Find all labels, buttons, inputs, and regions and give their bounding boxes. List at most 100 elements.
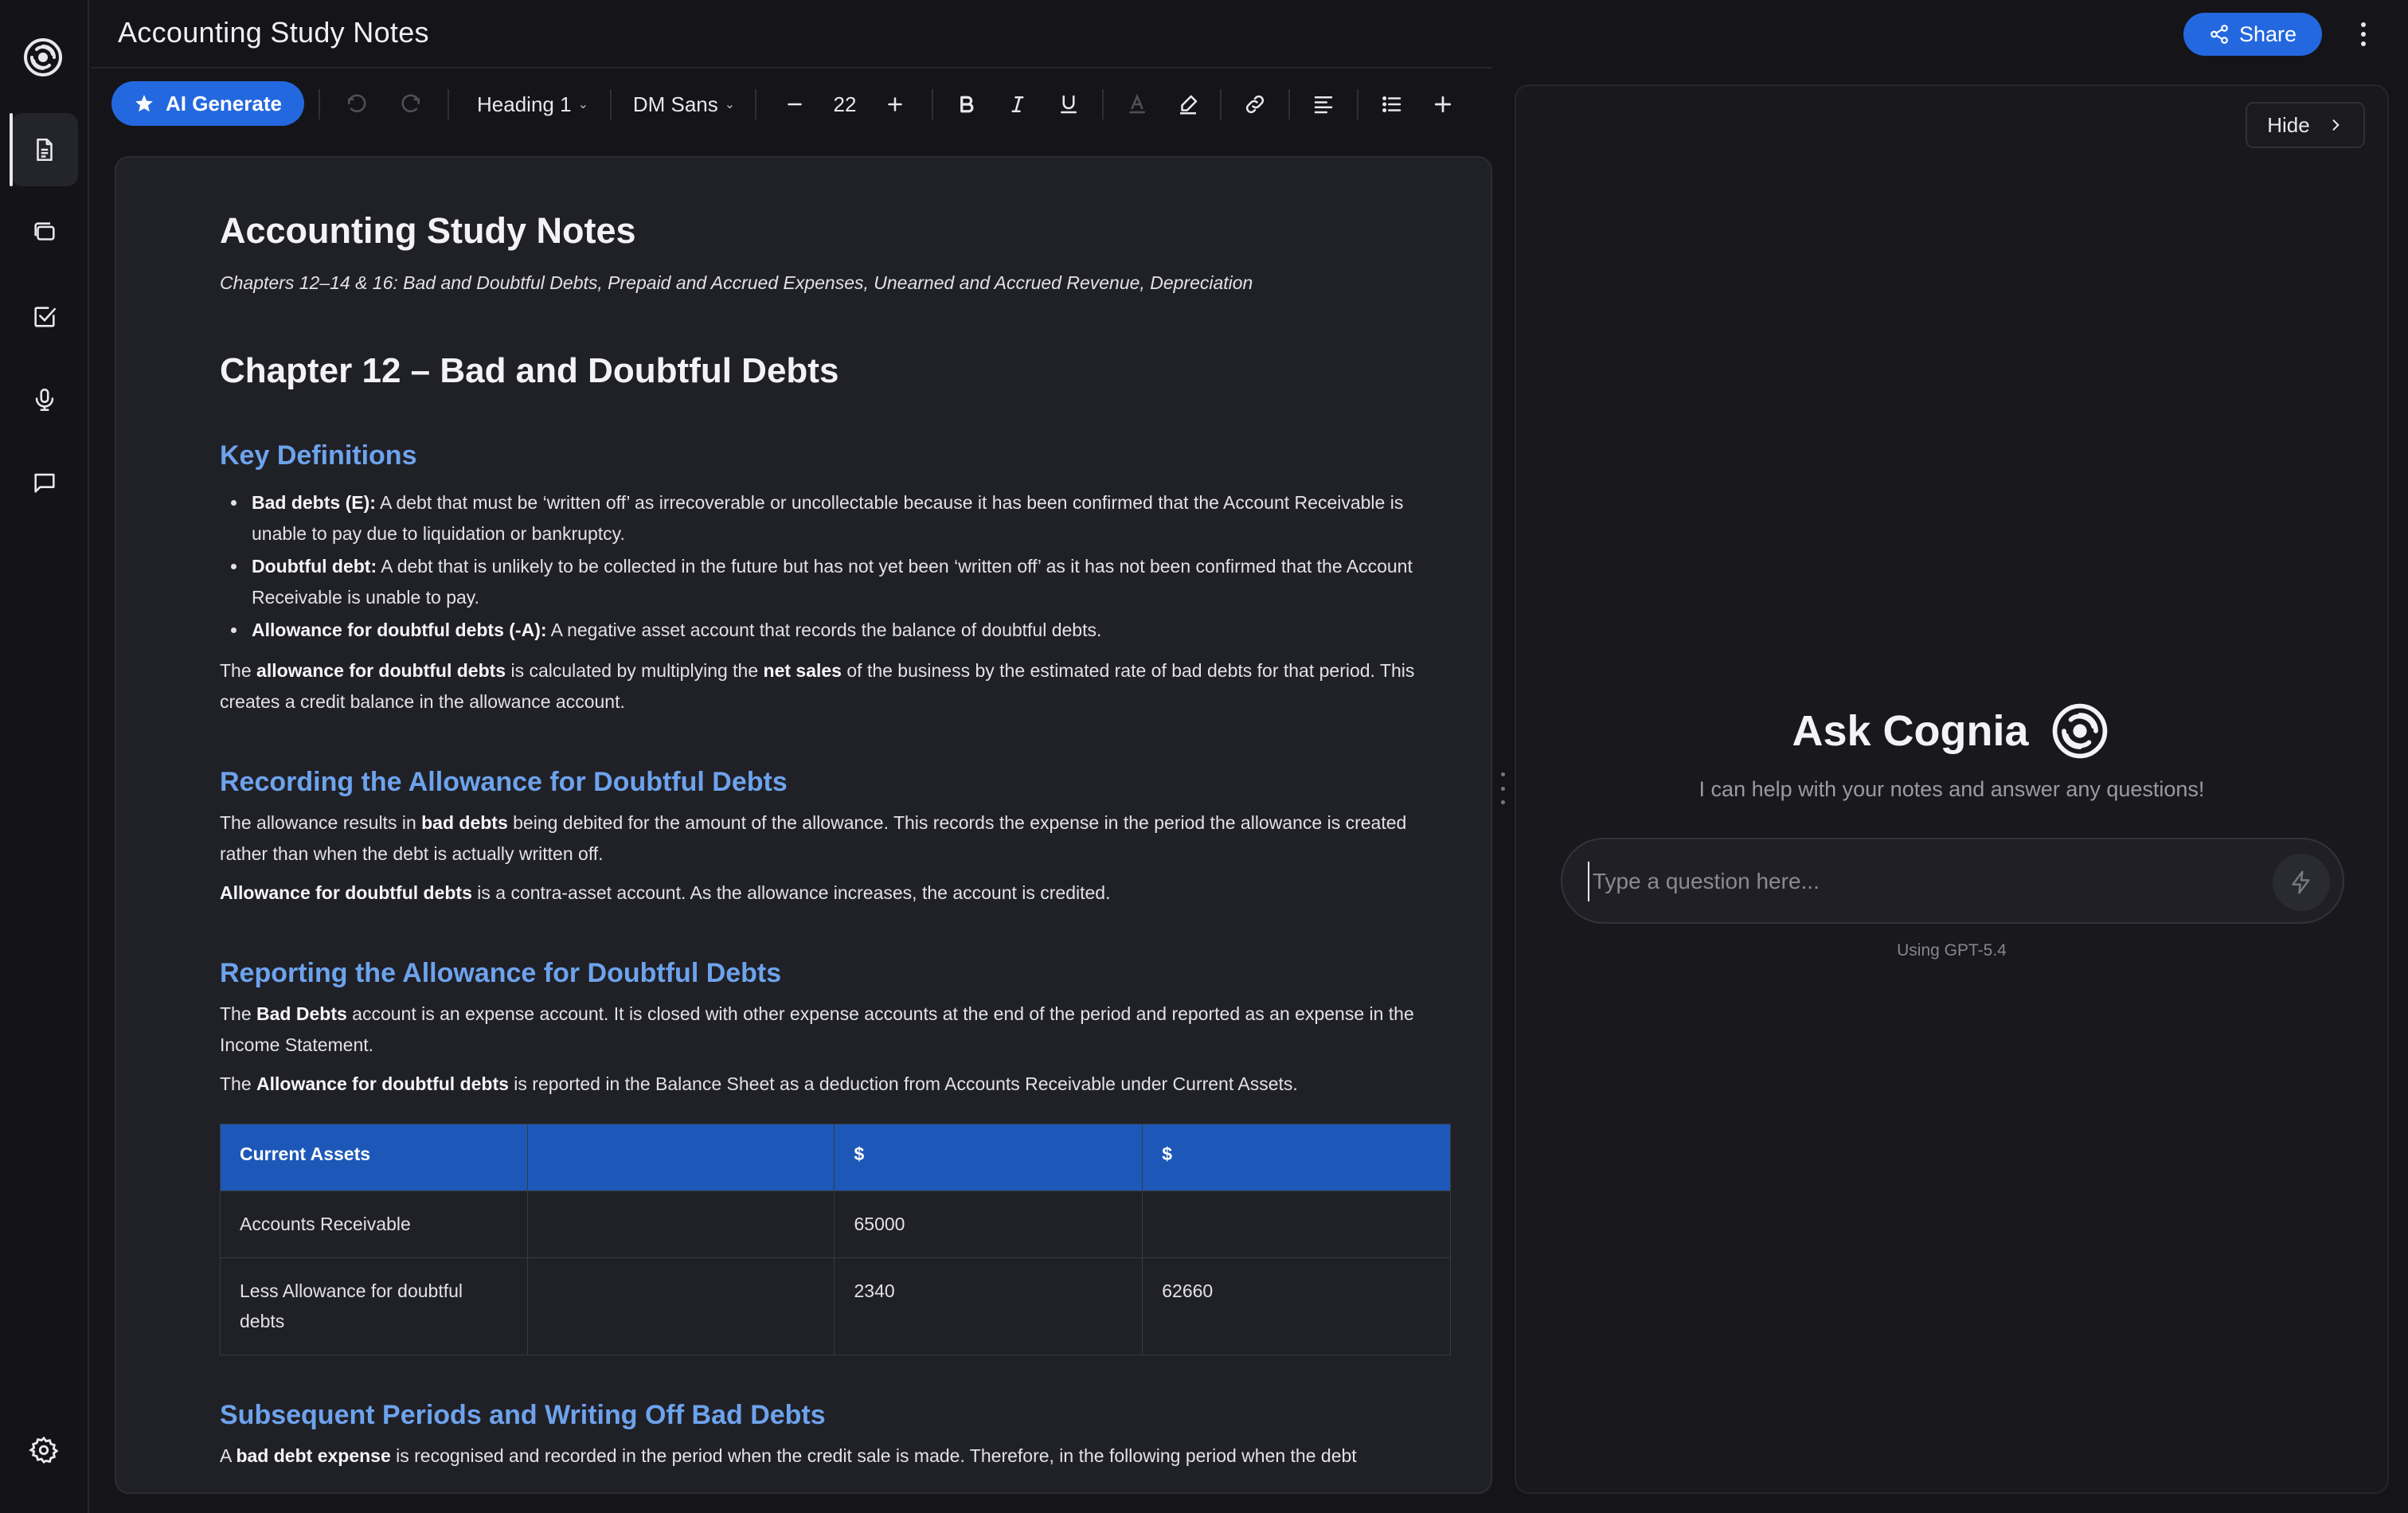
document-content: Accounting Study Notes Chapters 12–14 & … bbox=[220, 205, 1451, 1472]
bold-button[interactable] bbox=[951, 86, 983, 123]
table-row: Less Allowance for doubtful debts 2340 6… bbox=[220, 1257, 1451, 1355]
redo-button[interactable] bbox=[393, 86, 430, 123]
page-title[interactable]: Accounting Study Notes bbox=[118, 16, 429, 49]
ask-subtitle: I can help with your notes and answer an… bbox=[1698, 777, 2205, 801]
sidebar-item-quiz[interactable] bbox=[11, 280, 78, 354]
gear-icon[interactable] bbox=[29, 1435, 59, 1465]
plus-icon bbox=[888, 97, 902, 111]
font-size-decrease-button[interactable] bbox=[779, 86, 811, 123]
table-cell[interactable]: 65000 bbox=[834, 1190, 1143, 1258]
ai-generate-button[interactable]: AI Generate bbox=[111, 81, 304, 126]
underline-button[interactable] bbox=[1053, 86, 1085, 123]
sidebar-item-recording[interactable] bbox=[11, 363, 78, 436]
heading-style-value: Heading 1 bbox=[477, 92, 572, 116]
chapter-heading[interactable]: Chapter 12 – Bad and Doubtful Debts bbox=[220, 351, 1430, 391]
editor-toolbar: AI Generate Heading 1 ⌄ DM Sans ⌄ 22 bbox=[91, 67, 1492, 139]
hide-label: Hide bbox=[2267, 112, 2310, 137]
table-cell[interactable]: Less Allowance for doubtful debts bbox=[220, 1257, 528, 1355]
font-family-value: DM Sans bbox=[632, 92, 718, 116]
ask-cognia-panel: Hide Ask Cognia I can help with your not… bbox=[1515, 84, 2389, 1494]
sidebar-item-chat[interactable] bbox=[11, 446, 78, 519]
undo-icon bbox=[348, 94, 366, 112]
section-heading-subsequent[interactable]: Subsequent Periods and Writing Off Bad D… bbox=[220, 1400, 1430, 1431]
text-color-button[interactable] bbox=[1121, 86, 1153, 123]
font-size-value[interactable]: 22 bbox=[823, 86, 866, 123]
table-cell[interactable] bbox=[1142, 1190, 1451, 1258]
question-input[interactable] bbox=[1588, 862, 2257, 901]
chat-bubble-icon bbox=[34, 473, 55, 493]
bullet-list-button[interactable] bbox=[1376, 86, 1408, 123]
redo-icon bbox=[401, 94, 420, 112]
table-cell[interactable] bbox=[526, 1190, 835, 1258]
share-button[interactable]: Share bbox=[2183, 13, 2322, 56]
bullet-list-icon bbox=[1382, 96, 1401, 112]
hide-panel-button[interactable]: Hide bbox=[2246, 102, 2365, 148]
checkbox-icon bbox=[34, 307, 57, 327]
sidebar-item-flashcards[interactable] bbox=[11, 196, 78, 269]
cognia-logo-icon[interactable] bbox=[21, 35, 65, 80]
align-left-icon bbox=[1314, 96, 1333, 114]
current-assets-table[interactable]: Current Assets $ $ Accounts Receivable 6… bbox=[220, 1124, 1451, 1355]
table-header-cell[interactable]: $ bbox=[1142, 1124, 1451, 1191]
microphone-icon bbox=[35, 388, 54, 412]
paragraph[interactable]: The Bad Debts account is an expense acco… bbox=[220, 999, 1430, 1061]
paragraph[interactable]: The allowance results in bad debts being… bbox=[220, 807, 1430, 870]
document-editor[interactable]: Accounting Study Notes Chapters 12–14 & … bbox=[115, 156, 1492, 1494]
left-nav-rail bbox=[0, 0, 89, 1513]
italic-button[interactable] bbox=[1002, 86, 1034, 123]
definitions-list: Bad debts (E): A debt that must be ‘writ… bbox=[231, 487, 1430, 646]
section-heading-recording[interactable]: Recording the Allowance for Doubtful Deb… bbox=[220, 767, 1430, 798]
more-options-icon[interactable] bbox=[2354, 14, 2373, 54]
undo-button[interactable] bbox=[338, 86, 374, 123]
list-item[interactable]: Allowance for doubtful debts (-A): A neg… bbox=[231, 615, 1430, 646]
bold-icon bbox=[960, 96, 974, 113]
font-size-increase-button[interactable] bbox=[879, 86, 911, 123]
paragraph[interactable]: A bad debt expense is recognised and rec… bbox=[220, 1441, 1430, 1472]
highlighter-icon bbox=[1180, 95, 1198, 115]
font-family-select[interactable]: DM Sans ⌄ bbox=[629, 86, 739, 123]
model-indicator: Using GPT-5.4 bbox=[1897, 941, 2007, 960]
ask-title: Ask Cognia bbox=[1516, 699, 2387, 763]
cognia-logo-icon bbox=[2052, 703, 2107, 759]
section-heading-key-definitions[interactable]: Key Definitions bbox=[220, 440, 1430, 471]
ask-title-text: Ask Cognia bbox=[1792, 707, 2029, 755]
question-input-box bbox=[1561, 838, 2344, 924]
align-button[interactable] bbox=[1308, 86, 1339, 123]
plus-icon bbox=[1434, 96, 1452, 113]
share-icon bbox=[2211, 25, 2228, 44]
table-header-cell[interactable]: Current Assets bbox=[220, 1124, 528, 1191]
send-button[interactable] bbox=[2273, 854, 2330, 911]
table-header-cell[interactable] bbox=[526, 1124, 835, 1191]
document-title[interactable]: Accounting Study Notes bbox=[220, 210, 1430, 252]
italic-icon bbox=[1011, 96, 1024, 112]
list-item[interactable]: Bad debts (E): A debt that must be ‘writ… bbox=[231, 487, 1430, 549]
text-color-icon bbox=[1129, 93, 1145, 114]
paragraph[interactable]: The Allowance for doubtful debts is repo… bbox=[220, 1069, 1430, 1100]
highlight-button[interactable] bbox=[1172, 86, 1204, 123]
link-button[interactable] bbox=[1239, 86, 1271, 123]
list-item[interactable]: Doubtful debt: A debt that is unlikely t… bbox=[231, 551, 1430, 613]
top-bar: Accounting Study Notes Share bbox=[91, 0, 2408, 67]
table-cell[interactable]: 2340 bbox=[834, 1257, 1143, 1355]
chevron-down-icon: ⌄ bbox=[577, 98, 588, 111]
table-header-row: Current Assets $ $ bbox=[220, 1124, 1451, 1191]
table-header-cell[interactable]: $ bbox=[834, 1124, 1143, 1191]
paragraph[interactable]: Allowance for doubtful debts is a contra… bbox=[220, 878, 1430, 909]
document-icon bbox=[37, 138, 53, 162]
underline-icon bbox=[1061, 95, 1077, 114]
cards-icon bbox=[34, 222, 55, 240]
paragraph[interactable]: The allowance for doubtful debts is calc… bbox=[220, 655, 1430, 717]
panel-resize-handle[interactable] bbox=[1500, 772, 1505, 804]
minus-icon bbox=[788, 103, 802, 106]
sidebar-item-notes[interactable] bbox=[10, 113, 78, 186]
document-subtitle[interactable]: Chapters 12–14 & 16: Bad and Doubtful De… bbox=[220, 272, 1430, 294]
table-row: Accounts Receivable 65000 bbox=[220, 1190, 1451, 1258]
table-cell[interactable]: Accounts Receivable bbox=[220, 1190, 528, 1258]
heading-style-select[interactable]: Heading 1 ⌄ bbox=[473, 86, 592, 123]
table-cell[interactable]: 62660 bbox=[1142, 1257, 1451, 1355]
table-cell[interactable] bbox=[526, 1257, 835, 1355]
section-heading-reporting[interactable]: Reporting the Allowance for Doubtful Deb… bbox=[220, 958, 1430, 989]
link-icon bbox=[1245, 95, 1265, 114]
chevron-down-icon: ⌄ bbox=[724, 98, 736, 111]
insert-block-button[interactable] bbox=[1427, 86, 1459, 123]
